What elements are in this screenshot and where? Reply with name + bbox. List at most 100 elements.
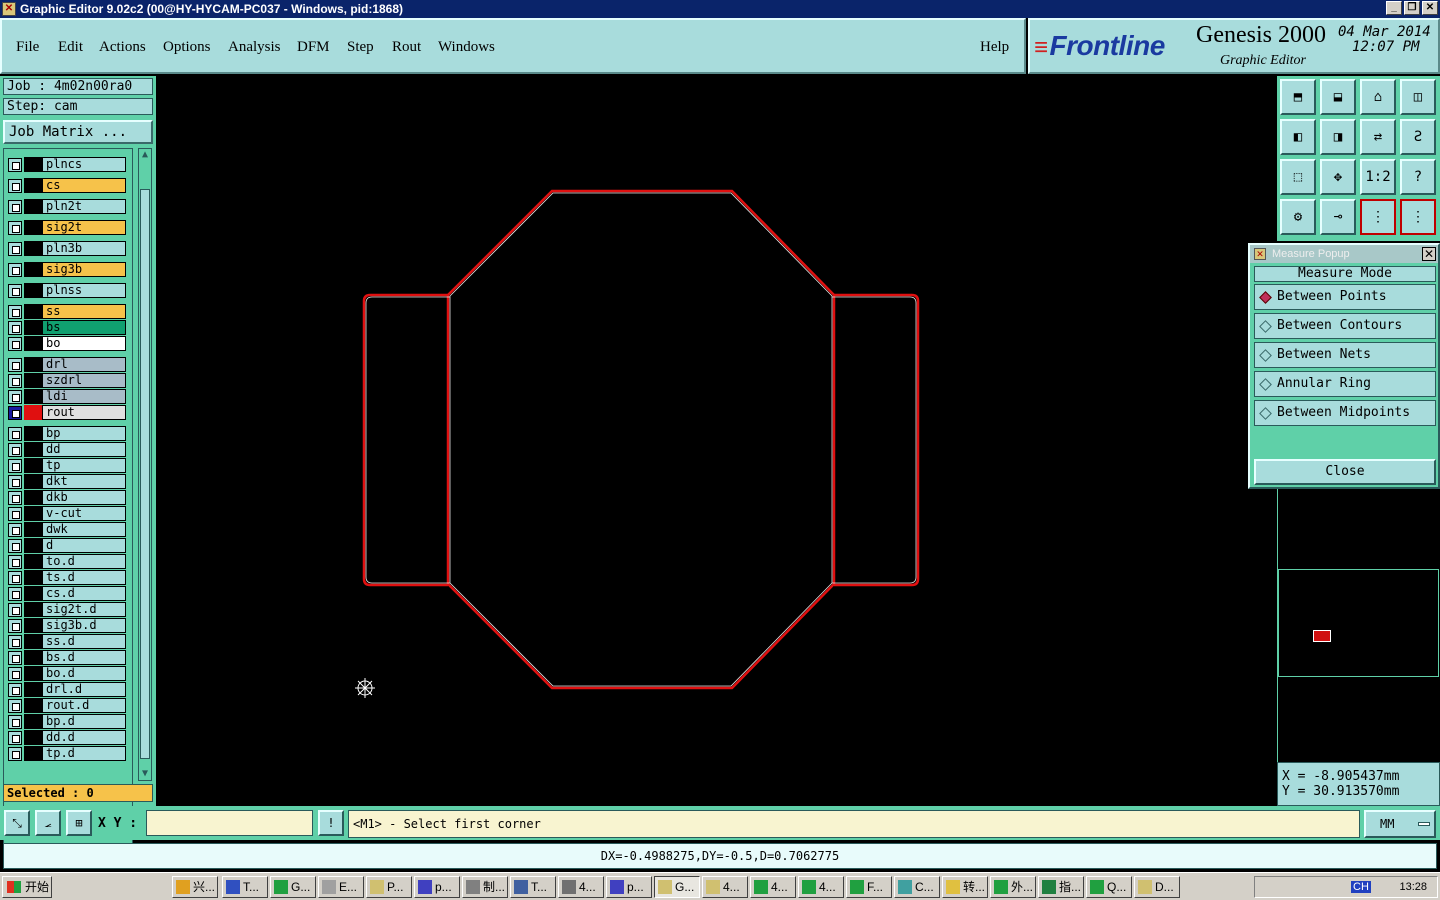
layer-color-swatch[interactable] (24, 538, 42, 553)
layer-color-swatch[interactable] (24, 220, 42, 235)
layer-name[interactable]: ss.d (42, 634, 126, 649)
job-matrix-button[interactable]: Job Matrix ... (3, 120, 153, 144)
layer-checkbox[interactable] (8, 747, 22, 761)
layer-list[interactable]: plncs cs pln2t sig2t pln3b sig3b plnss ss bs bo dr… (3, 148, 133, 848)
layer-row[interactable]: to.d (8, 554, 126, 569)
measure-close-button[interactable]: Close (1254, 459, 1436, 485)
layer-checkbox[interactable] (8, 200, 22, 214)
taskbar-item[interactable]: F... (846, 876, 892, 898)
taskbar-item[interactable]: Q... (1086, 876, 1132, 898)
layer-name[interactable]: szdrl (42, 373, 126, 388)
layer-checkbox[interactable] (8, 683, 22, 697)
layer-checkbox[interactable] (8, 539, 22, 553)
layer-name[interactable]: bo (42, 336, 126, 351)
layer-checkbox[interactable] (8, 715, 22, 729)
measure-option[interactable]: Between Points (1254, 284, 1436, 310)
layer-name[interactable]: bs.d (42, 650, 126, 665)
layer-name[interactable]: bo.d (42, 666, 126, 681)
net-red-icon[interactable]: ⋮ (1400, 199, 1436, 235)
overview-map[interactable] (1278, 569, 1439, 677)
probe-icon[interactable]: ⊸ (1320, 199, 1356, 235)
route-icon[interactable]: ⚙ (1280, 199, 1316, 235)
layer-name[interactable]: v-cut (42, 506, 126, 521)
layer-row[interactable]: sig2t (8, 220, 126, 235)
scale-icon[interactable]: 1:2 (1360, 159, 1396, 195)
layer-color-swatch[interactable] (24, 522, 42, 537)
taskbar-item[interactable]: D... (1134, 876, 1180, 898)
layer-row[interactable]: tp (8, 458, 126, 473)
layer-color-swatch[interactable] (24, 634, 42, 649)
layer-row[interactable]: cs (8, 178, 126, 193)
layer-checkbox[interactable] (8, 284, 22, 298)
layer-color-swatch[interactable] (24, 241, 42, 256)
layer-color-swatch[interactable] (24, 357, 42, 372)
net-icon[interactable]: ⋮ (1360, 199, 1396, 235)
layer-row[interactable]: ss (8, 304, 126, 319)
scroll-down-icon[interactable]: ▼ (139, 768, 151, 780)
close-window-button[interactable]: ✕ (1422, 1, 1438, 15)
taskbar-item[interactable]: G... (270, 876, 316, 898)
layer-checkbox[interactable] (8, 459, 22, 473)
layer-row[interactable]: ss.d (8, 634, 126, 649)
layer-row[interactable]: bp.d (8, 714, 126, 729)
layer-checkbox[interactable] (8, 635, 22, 649)
layer-name[interactable]: cs.d (42, 586, 126, 601)
layer-checkbox[interactable] (8, 699, 22, 713)
layer-row[interactable]: ts.d (8, 570, 126, 585)
layer-name[interactable]: dd (42, 442, 126, 457)
taskbar-item[interactable]: T... (222, 876, 268, 898)
layer-row[interactable]: szdrl (8, 373, 126, 388)
taskbar-item[interactable]: P... (366, 876, 412, 898)
layer-name[interactable]: sig2t.d (42, 602, 126, 617)
layer-color-swatch[interactable] (24, 714, 42, 729)
layer-color-swatch[interactable] (24, 618, 42, 633)
menu-dfm[interactable]: DFM (297, 39, 330, 56)
taskbar-item[interactable]: 转... (942, 876, 988, 898)
layer-name[interactable]: dwk (42, 522, 126, 537)
layer-checkbox[interactable] (8, 374, 22, 388)
layer-color-swatch[interactable] (24, 304, 42, 319)
layer-row[interactable]: drl.d (8, 682, 126, 697)
menu-edit[interactable]: Edit (58, 39, 83, 56)
layer-row[interactable]: drl (8, 357, 126, 372)
layer-color-swatch[interactable] (24, 650, 42, 665)
angle-icon[interactable]: ⦟ (35, 810, 61, 836)
layer-row[interactable]: pln2t (8, 199, 126, 214)
layer-checkbox[interactable] (8, 475, 22, 489)
layer-checkbox[interactable] (8, 321, 22, 335)
taskbar-item[interactable]: 4... (798, 876, 844, 898)
taskbar-item[interactable]: C... (894, 876, 940, 898)
measure-option[interactable]: Between Contours (1254, 313, 1436, 339)
layer-checkbox[interactable] (8, 731, 22, 745)
layer-name[interactable]: bs (42, 320, 126, 335)
right-icon[interactable]: ◨ (1320, 119, 1356, 155)
layer-row[interactable]: rout (8, 405, 126, 420)
taskbar-item[interactable]: 4... (702, 876, 748, 898)
help-icon[interactable]: ? (1400, 159, 1436, 195)
layer-checkbox[interactable] (8, 242, 22, 256)
measure-popup-titlebar[interactable]: ✕ Measure Popup ✕ (1250, 245, 1438, 263)
radio-diamond-icon[interactable] (1259, 378, 1272, 391)
layer-row[interactable]: sig2t.d (8, 602, 126, 617)
layer-checkbox[interactable] (8, 555, 22, 569)
layer-row[interactable]: bo.d (8, 666, 126, 681)
taskbar-item[interactable]: 外... (990, 876, 1036, 898)
layer-row[interactable]: v-cut (8, 506, 126, 521)
layer-color-swatch[interactable] (24, 554, 42, 569)
menu-actions[interactable]: Actions (99, 39, 146, 56)
layer-color-swatch[interactable] (24, 570, 42, 585)
units-select[interactable]: MM (1364, 810, 1436, 838)
layer-name[interactable]: cs (42, 178, 126, 193)
layer-name[interactable]: dd.d (42, 730, 126, 745)
layer-scrollbar[interactable]: ▲ ▼ (138, 148, 152, 781)
s-icon[interactable]: Ƨ (1400, 119, 1436, 155)
menu-rout[interactable]: Rout (392, 39, 421, 56)
layer-checkbox[interactable] (8, 667, 22, 681)
layer-row[interactable]: ldi (8, 389, 126, 404)
fit-icon[interactable]: ⬚ (1280, 159, 1316, 195)
layer-row[interactable]: bs (8, 320, 126, 335)
layer-row[interactable]: dwk (8, 522, 126, 537)
layer-color-swatch[interactable] (24, 373, 42, 388)
layer-name[interactable]: ts.d (42, 570, 126, 585)
layer-name[interactable]: drl.d (42, 682, 126, 697)
